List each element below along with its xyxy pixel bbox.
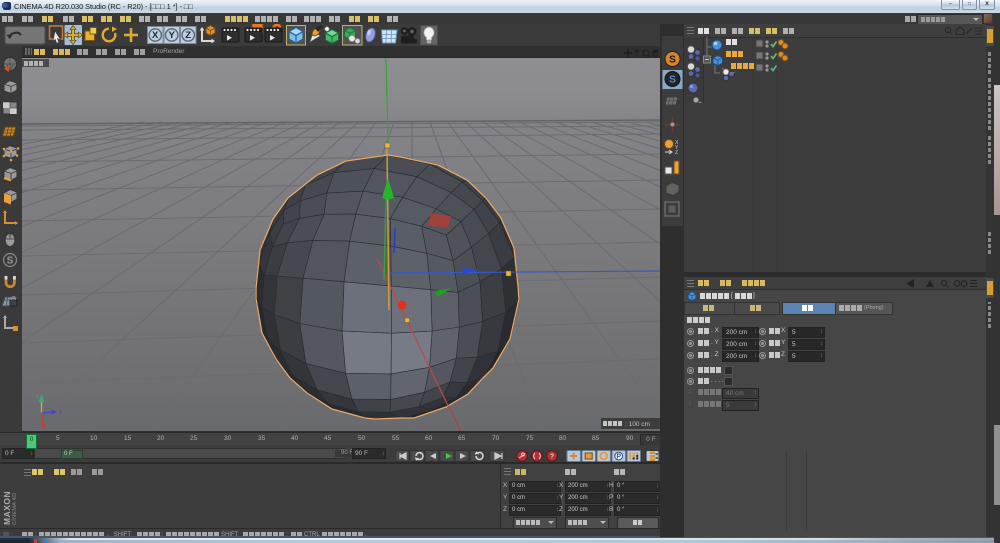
svg-text:Z: Z	[185, 30, 191, 41]
svg-text:S: S	[669, 55, 676, 66]
svg-text:Y: Y	[169, 30, 176, 41]
svg-text:X: X	[59, 410, 63, 416]
svg-text:P: P	[616, 454, 621, 461]
svg-text:?: ?	[550, 454, 554, 461]
svg-text:X: X	[152, 30, 159, 41]
svg-text:Y: Y	[36, 395, 40, 401]
svg-text:S: S	[7, 256, 14, 267]
svg-text:S: S	[669, 75, 676, 86]
svg-text:Z: Z	[675, 150, 678, 156]
